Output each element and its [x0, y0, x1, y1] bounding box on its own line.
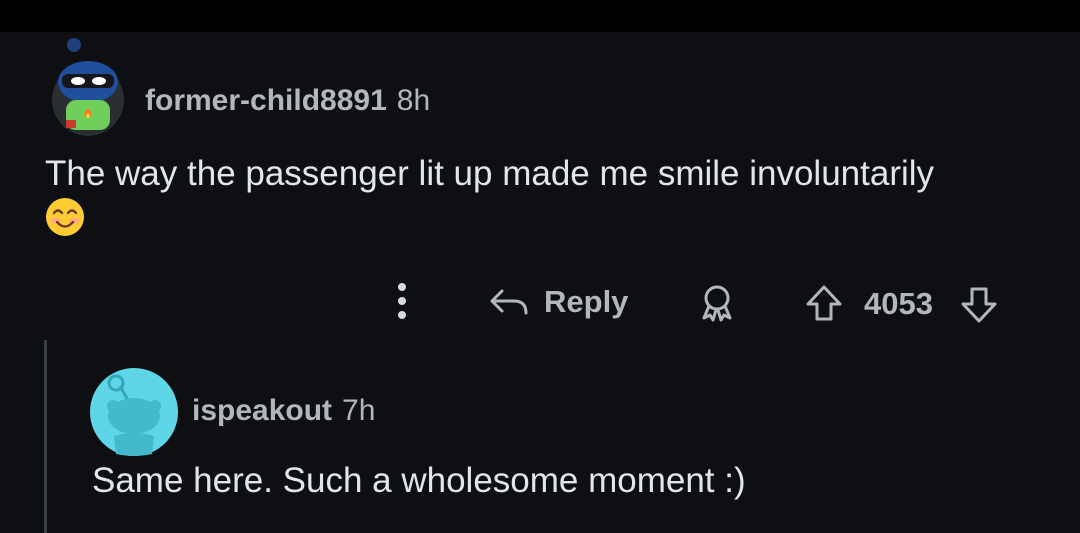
upvote-button[interactable]	[803, 283, 845, 323]
award-icon	[702, 285, 732, 322]
reply-timestamp: 7h	[342, 394, 376, 427]
comment-body: The way the passenger lit up made me smi…	[45, 150, 1035, 249]
comment-author-name[interactable]: former-child8891	[145, 84, 387, 117]
reply-arrow-icon	[490, 289, 528, 315]
smiling-face-emoji	[45, 197, 85, 249]
vote-count: 4053	[864, 286, 933, 321]
comment-actions: Reply 4053	[0, 276, 1080, 326]
comment-avatar[interactable]	[48, 36, 128, 136]
reply-body: Same here. Such a wholesome moment :)	[92, 461, 746, 500]
more-options-button[interactable]	[388, 278, 416, 324]
reply-button[interactable]: Reply	[488, 280, 628, 324]
downvote-arrow-icon	[961, 287, 997, 323]
reply-author-name[interactable]: ispeakout	[192, 394, 332, 427]
reply-avatar[interactable]	[86, 364, 182, 460]
upvote-arrow-icon	[806, 285, 842, 321]
vertical-ellipsis-icon	[398, 283, 406, 319]
downvote-button[interactable]	[957, 285, 1001, 325]
award-button[interactable]	[696, 283, 738, 323]
comment-timestamp: 8h	[396, 84, 431, 117]
thread-line[interactable]	[44, 340, 47, 533]
reply-author[interactable]: ispeakout 7h	[192, 394, 375, 428]
top-bar	[0, 0, 1080, 32]
reply-label: Reply	[544, 284, 629, 319]
comment-body-text: The way the passenger lit up made me smi…	[45, 154, 935, 193]
comment-author[interactable]: former-child8891 8h	[145, 84, 430, 118]
